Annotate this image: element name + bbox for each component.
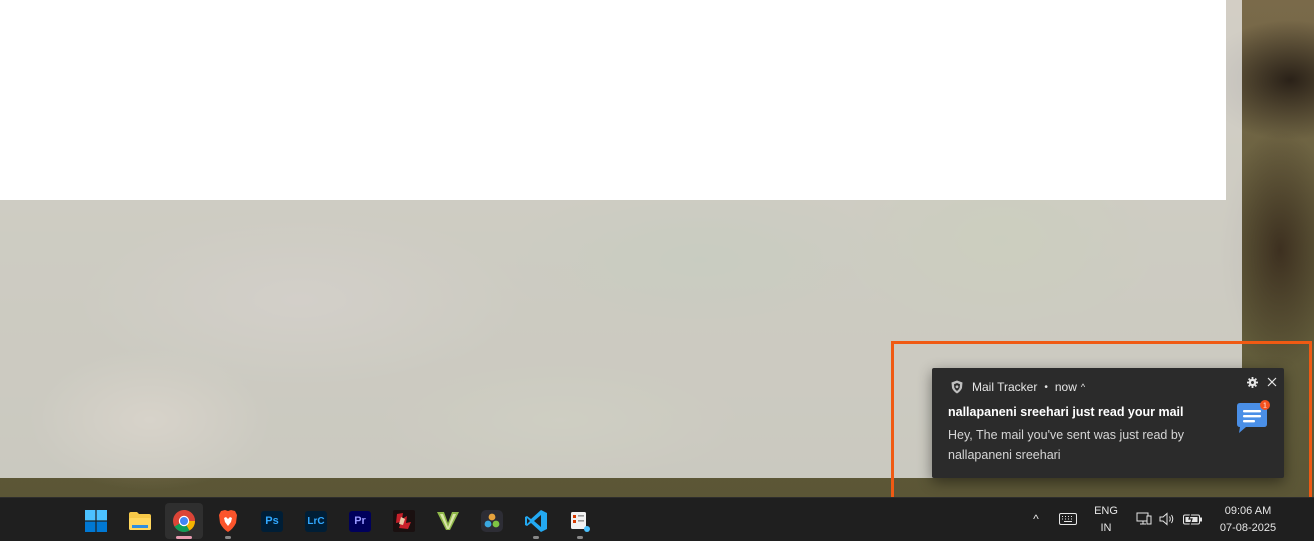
notification-badge-count: 1 — [1263, 403, 1267, 410]
notification-header: Mail Tracker • now ^ — [950, 379, 1085, 395]
notification-toast[interactable]: Mail Tracker • now ^ nallapaneni sreehar… — [932, 368, 1284, 478]
folder-icon — [129, 512, 151, 530]
start-button[interactable] — [77, 503, 115, 539]
photoshop-icon: Ps — [261, 510, 283, 532]
v-app-button[interactable] — [429, 503, 467, 539]
taskbar: Ps LrC Pr ^ ENG IN 09:06 AM 07-08-2025 — [0, 497, 1314, 541]
language-indicator[interactable]: ENG IN — [1090, 502, 1122, 538]
running-app-indicator — [577, 536, 583, 539]
close-icon[interactable] — [1264, 374, 1280, 390]
battery-icon[interactable] — [1182, 510, 1204, 528]
brave-button[interactable] — [209, 503, 247, 539]
vscode-icon — [525, 510, 547, 532]
clock[interactable]: 09:06 AM 07-08-2025 — [1210, 502, 1286, 538]
photoshop-button[interactable]: Ps — [253, 503, 291, 539]
language-code: ENG — [1094, 505, 1118, 517]
premiere-pro-icon: Pr — [349, 510, 371, 532]
snipping-tool-button[interactable] — [561, 503, 599, 539]
volume-icon[interactable] — [1158, 510, 1178, 528]
snip-icon — [571, 512, 590, 532]
notification-app-name: Mail Tracker — [972, 380, 1038, 394]
davinci-icon — [481, 510, 503, 532]
notification-body: Hey, The mail you've sent was just read … — [948, 428, 1185, 462]
premiere-pro-button[interactable]: Pr — [341, 503, 379, 539]
vscode-button[interactable] — [517, 503, 555, 539]
davinci-resolve-button[interactable] — [473, 503, 511, 539]
lightroom-classic-icon: LrC — [305, 510, 327, 532]
game-button[interactable] — [385, 503, 423, 539]
chat-message-icon: 1 — [1237, 400, 1270, 433]
clock-time: 09:06 AM — [1224, 505, 1272, 517]
windows-start-icon — [85, 510, 107, 532]
language-region: IN — [1100, 522, 1112, 534]
chrome-icon — [173, 510, 195, 532]
show-hidden-icons-chevron[interactable]: ^ — [1027, 510, 1045, 528]
brave-lion-icon — [219, 510, 237, 532]
lightroom-classic-button[interactable]: LrC — [297, 503, 335, 539]
expand-chevron-icon[interactable]: ^ — [1081, 382, 1085, 392]
gear-icon[interactable] — [1244, 374, 1260, 390]
network-icon[interactable] — [1134, 510, 1154, 528]
clock-date: 07-08-2025 — [1219, 522, 1277, 534]
blank-window-panel — [0, 0, 1226, 200]
v-logo-icon — [437, 512, 459, 530]
notification-time: now — [1054, 380, 1077, 394]
running-app-indicator — [225, 536, 231, 539]
notification-separator: • — [1044, 381, 1048, 393]
running-app-indicator — [533, 536, 539, 539]
active-app-indicator — [176, 536, 192, 539]
mail-tracker-shield-icon — [951, 380, 963, 394]
game-icon — [393, 510, 415, 532]
file-explorer-button[interactable] — [121, 503, 159, 539]
keyboard-icon[interactable] — [1057, 510, 1079, 528]
chrome-button[interactable] — [165, 503, 203, 539]
notification-title: nallapaneni sreehari just read your mail — [948, 405, 1184, 419]
